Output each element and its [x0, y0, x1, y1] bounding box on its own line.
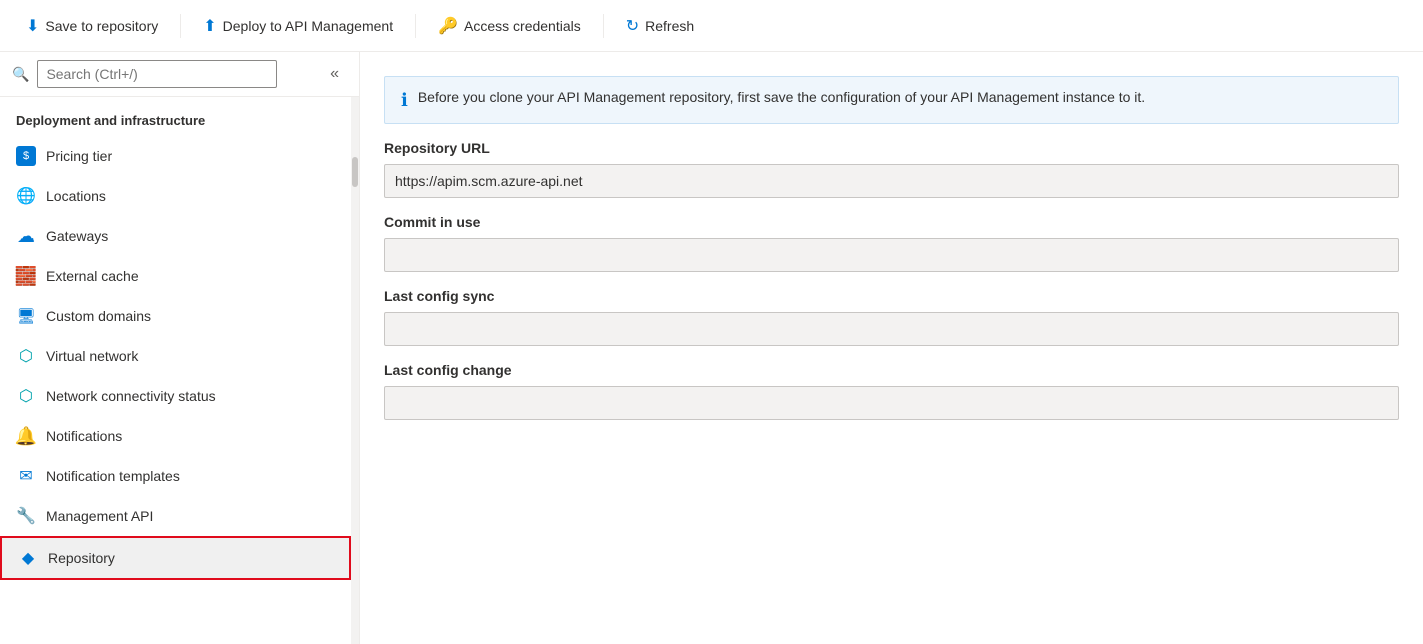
- toolbar-divider-3: [603, 14, 604, 38]
- network-connectivity-icon: ⬡: [16, 386, 36, 406]
- management-api-icon: 🔧: [16, 506, 36, 526]
- sidebar-item-label: Pricing tier: [46, 148, 112, 164]
- search-icon: 🔍: [12, 66, 29, 83]
- sidebar-item-network-connectivity[interactable]: ⬡ Network connectivity status: [0, 376, 351, 416]
- sidebar-item-label: External cache: [46, 268, 139, 284]
- sidebar-item-gateways[interactable]: ☁ Gateways: [0, 216, 351, 256]
- last-config-change-label: Last config change: [384, 362, 1399, 382]
- access-credentials-button[interactable]: 🔑 Access credentials: [428, 10, 591, 42]
- section-title: Deployment and infrastructure: [0, 97, 351, 136]
- info-message: Before you clone your API Management rep…: [418, 89, 1145, 105]
- commit-in-use-input[interactable]: [384, 238, 1399, 272]
- sidebar-item-label: Virtual network: [46, 348, 138, 364]
- deploy-to-apim-button[interactable]: ⬆ Deploy to API Management: [193, 10, 403, 42]
- main-layout: 🔍 « Deployment and infrastructure $ Pric…: [0, 52, 1423, 644]
- sidebar-item-label: Gateways: [46, 228, 108, 244]
- sidebar-item-label: Notifications: [46, 428, 122, 444]
- sidebar-item-notifications[interactable]: 🔔 Notifications: [0, 416, 351, 456]
- deploy-icon: ⬆: [203, 16, 216, 36]
- info-banner: ℹ Before you clone your API Management r…: [384, 76, 1399, 124]
- key-icon: 🔑: [438, 16, 458, 36]
- last-config-sync-label: Last config sync: [384, 288, 1399, 308]
- sidebar-item-custom-domains[interactable]: 🖥 Custom domains: [0, 296, 351, 336]
- info-icon: ℹ: [401, 90, 408, 111]
- gateways-icon: ☁: [16, 226, 36, 246]
- sidebar-scrollbar[interactable]: [351, 97, 359, 644]
- last-config-sync-input[interactable]: [384, 312, 1399, 346]
- refresh-button[interactable]: ↻ Refresh: [616, 10, 704, 42]
- sidebar-item-label: Custom domains: [46, 308, 151, 324]
- sidebar-item-management-api[interactable]: 🔧 Management API: [0, 496, 351, 536]
- toolbar-divider-1: [180, 14, 181, 38]
- repository-icon: ◆: [18, 548, 38, 568]
- sidebar-item-label: Management API: [46, 508, 153, 524]
- notifications-icon: 🔔: [16, 426, 36, 446]
- commit-in-use-section: Commit in use: [384, 214, 1399, 272]
- sidebar-item-virtual-network[interactable]: ⬡ Virtual network: [0, 336, 351, 376]
- sidebar-item-pricing-tier[interactable]: $ Pricing tier: [0, 136, 351, 176]
- sidebar-item-label: Notification templates: [46, 468, 180, 484]
- last-config-sync-section: Last config sync: [384, 288, 1399, 346]
- save-icon: ⬇: [26, 16, 39, 36]
- refresh-icon: ↻: [626, 16, 639, 36]
- sidebar-item-repository[interactable]: ◆ Repository: [0, 536, 351, 580]
- notification-templates-icon: ✉: [16, 466, 36, 486]
- sidebar-item-notification-templates[interactable]: ✉ Notification templates: [0, 456, 351, 496]
- repository-url-input[interactable]: [384, 164, 1399, 198]
- sidebar: 🔍 « Deployment and infrastructure $ Pric…: [0, 52, 360, 644]
- sidebar-item-label: Locations: [46, 188, 106, 204]
- sidebar-scroll-thumb: [352, 157, 358, 187]
- search-input[interactable]: [37, 60, 277, 88]
- repository-url-label: Repository URL: [384, 140, 1399, 160]
- custom-domains-icon: 🖥: [16, 306, 36, 326]
- toolbar: ⬇ Save to repository ⬆ Deploy to API Man…: [0, 0, 1423, 52]
- sidebar-nav: Deployment and infrastructure $ Pricing …: [0, 97, 351, 644]
- content-area: ℹ Before you clone your API Management r…: [360, 52, 1423, 644]
- virtual-network-icon: ⬡: [16, 346, 36, 366]
- last-config-change-section: Last config change: [384, 362, 1399, 420]
- sidebar-item-external-cache[interactable]: 🧱 External cache: [0, 256, 351, 296]
- commit-in-use-label: Commit in use: [384, 214, 1399, 234]
- search-box: 🔍 «: [0, 52, 359, 97]
- repository-url-section: Repository URL: [384, 140, 1399, 198]
- collapse-sidebar-button[interactable]: «: [322, 61, 347, 87]
- locations-icon: 🌐: [16, 186, 36, 206]
- pricing-tier-icon: $: [16, 146, 36, 166]
- last-config-change-input[interactable]: [384, 386, 1399, 420]
- external-cache-icon: 🧱: [16, 266, 36, 286]
- sidebar-item-locations[interactable]: 🌐 Locations: [0, 176, 351, 216]
- sidebar-item-label: Repository: [48, 550, 115, 566]
- sidebar-item-label: Network connectivity status: [46, 388, 216, 404]
- toolbar-divider-2: [415, 14, 416, 38]
- save-to-repository-button[interactable]: ⬇ Save to repository: [16, 10, 168, 42]
